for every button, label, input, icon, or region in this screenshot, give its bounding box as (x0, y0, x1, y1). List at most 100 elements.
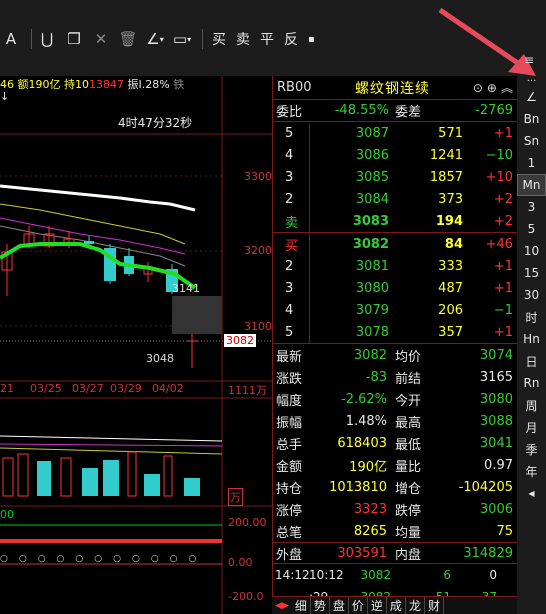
stat-label: 涨跌 (276, 371, 303, 387)
stat-row: 振幅 1.48% 最高 3088 (273, 410, 517, 432)
stat-value: 618403 (337, 435, 387, 451)
level-price: 3083 (352, 213, 389, 229)
level-volume: 84 (444, 236, 463, 252)
period-10[interactable]: 10 (517, 240, 546, 262)
stat-value: 3088 (479, 413, 513, 429)
annot-high: 3141 (172, 282, 200, 295)
stat-label: 最低 (395, 437, 422, 453)
period-周[interactable]: 周 (517, 394, 546, 416)
level-label: 买 (285, 238, 299, 254)
tab-trades[interactable]: 成 (387, 597, 406, 614)
period-Mn[interactable]: Mn (517, 174, 546, 196)
period-年[interactable]: 年 (517, 460, 546, 482)
stat-label: 最新 (276, 349, 303, 365)
level-change: +1 (493, 125, 513, 141)
tab-finance[interactable]: 财 (425, 597, 444, 614)
price-axis-3100: 3100 (244, 320, 272, 333)
date-label: 03/25 (30, 382, 62, 395)
indicator-axis-200: 200.00 (228, 516, 267, 529)
indicator-axis-neg200: -200.0 (228, 590, 264, 603)
period-list: Bn Sn 1 Mn 3 5 10 15 30 时 Hn 日 Rn 周月季年 (517, 108, 546, 482)
period-Sn[interactable]: Sn (517, 130, 546, 152)
level-volume: 373 (438, 191, 463, 207)
level-label: 2 (285, 258, 294, 274)
level-price: 3086 (355, 147, 389, 163)
tab-reverse[interactable]: 逆 (368, 597, 387, 614)
period-Hn[interactable]: Hn (517, 328, 546, 350)
period-日[interactable]: 日 (517, 350, 546, 372)
level-label: 5 (285, 125, 294, 141)
toolbar: A ⋃ ❐ ✕ 🗑︎ ∠ ▾ ▭ ▾ 买 卖 平 反 ▪ ≡ (0, 0, 546, 76)
period-季[interactable]: 季 (517, 438, 546, 460)
level-label: 4 (285, 147, 294, 163)
period-3[interactable]: 3 (517, 196, 546, 218)
quote-panel: RB00 螺纹钢连续 ⊙ ⊕ ︽ 委比 -48.55% 委差 -2769 5 30… (272, 76, 517, 614)
period-Bn[interactable]: Bn (517, 108, 546, 130)
settings-icon[interactable]: ⊙ (473, 81, 483, 95)
volume-unit: 万 (228, 488, 243, 506)
date-label: 03/27 (72, 382, 104, 395)
stat-row: 涨跌 -83 前结 3165 (273, 366, 517, 388)
stat-value: 3165 (479, 369, 513, 385)
period-15[interactable]: 15 (517, 262, 546, 284)
stat-value: 3041 (479, 435, 513, 451)
level-price: 3079 (355, 302, 389, 318)
stat-label: 均价 (395, 349, 422, 365)
stat-label: 量比 (395, 459, 422, 475)
level-change: +1 (493, 324, 513, 340)
level-price: 3081 (355, 258, 389, 274)
period-月[interactable]: 月 (517, 416, 546, 438)
stat-row: 幅度 -2.62% 今开 3080 (273, 388, 517, 410)
stat-label: 今开 (395, 393, 422, 409)
level-change: +2 (493, 191, 513, 207)
period-时[interactable]: 时 (517, 306, 546, 328)
period-1[interactable]: 1 (517, 152, 546, 174)
refresh-icon[interactable]: ⊕ (487, 81, 497, 95)
indicator-axis-0: 0.00 (228, 556, 253, 569)
period-Rn[interactable]: Rn (517, 372, 546, 394)
stat-label: 涨停 (276, 503, 303, 519)
stat-value: 3082 (353, 347, 387, 363)
stat-value: 75 (496, 523, 513, 539)
period-30[interactable]: 30 (517, 284, 546, 306)
line-chart-icon[interactable]: ∠ (517, 86, 546, 108)
stat-row: 最新 3082 均价 3074 (273, 344, 517, 366)
level-change: +46 (485, 236, 513, 252)
collapse-icon[interactable]: ︽ (501, 79, 513, 96)
level-label: 4 (285, 302, 294, 318)
weicha-value: -2769 (475, 103, 513, 118)
stat-row: 总笔 8265 均量 75 (273, 520, 517, 542)
tab-book[interactable]: 盘 (330, 597, 349, 614)
level-label: 3 (285, 280, 294, 296)
level-volume: 357 (438, 324, 463, 340)
stats-table: 最新 3082 均价 3074 涨跌 -83 前结 3165 幅度 -2.62% 今开 3080 振幅 1… (273, 344, 517, 542)
level-volume: 487 (438, 280, 463, 296)
tab-prev-icon[interactable]: ◀▶ (272, 601, 292, 611)
kline-chart[interactable]: 46 额190亿 持1013847 振I.28% 铁 ↓ 4时47分32秒 33… (0, 76, 272, 614)
panel-header: RB00 螺纹钢连续 ⊙ ⊕ ︽ (273, 76, 517, 100)
stat-value: 8265 (353, 523, 387, 539)
instrument-name: 螺纹钢连续 (355, 80, 430, 97)
stat-value: -2.62% (341, 391, 387, 407)
tab-dragon[interactable]: 龙 (406, 597, 425, 614)
dots-icon[interactable]: ··· (517, 76, 546, 87)
level-price: 3078 (355, 324, 389, 340)
price-axis-3200: 3200 (244, 244, 272, 257)
level-price: 3085 (355, 169, 389, 185)
level-price: 3084 (355, 191, 389, 207)
tab-detail[interactable]: 细 (292, 597, 311, 614)
collapse-left-icon[interactable]: ◀ (517, 482, 546, 504)
tick-row: 14:12 10:12 3082 6 0 (273, 564, 517, 586)
level-change: −1 (493, 302, 513, 318)
tick-volume: 6 (443, 568, 451, 582)
tab-trend[interactable]: 势 (311, 597, 330, 614)
period-5[interactable]: 5 (517, 218, 546, 240)
tab-price[interactable]: 价 (349, 597, 368, 614)
stat-value: 0.97 (484, 457, 513, 473)
level-volume: 1241 (429, 147, 463, 163)
level-label: 5 (285, 324, 294, 340)
stat-value: 1013810 (329, 479, 387, 495)
stat-label: 增仓 (395, 481, 422, 497)
stat-row: 涨停 3323 跌停 3006 (273, 498, 517, 520)
stat-label: 最高 (395, 415, 422, 431)
